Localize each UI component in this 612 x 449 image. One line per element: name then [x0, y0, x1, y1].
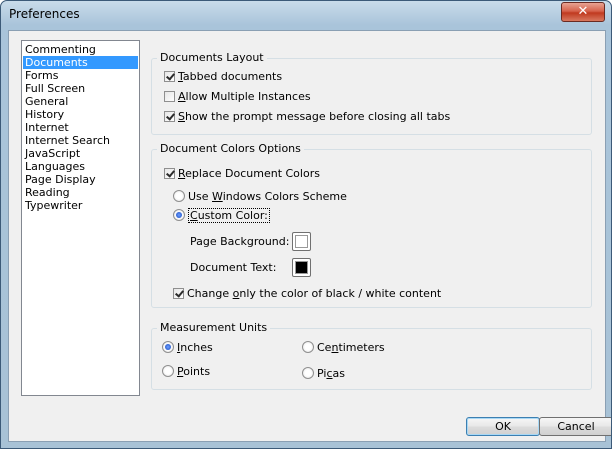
- document-colors-group: Document Colors Options Replace Document…: [151, 142, 592, 308]
- category-item-commenting[interactable]: Commenting: [23, 43, 138, 56]
- category-item-javascript[interactable]: JavaScript: [23, 147, 138, 160]
- page-background-color: [295, 235, 308, 248]
- picas-radio[interactable]: Picas: [302, 367, 345, 381]
- allow-multiple-label: Allow Multiple Instances: [178, 90, 311, 103]
- allow-multiple-box[interactable]: [164, 90, 175, 102]
- custom-color-radio[interactable]: Custom Color:: [173, 208, 270, 223]
- custom-color-dot[interactable]: [173, 209, 185, 221]
- centimeters-label: Centimeters: [317, 341, 385, 354]
- inches-radio[interactable]: Inches: [162, 341, 213, 355]
- replace-colors-checkbox[interactable]: Replace Document Colors: [164, 167, 320, 181]
- documents-layout-group: Documents Layout Tabbed documents Allow …: [151, 51, 592, 135]
- tabbed-documents-box[interactable]: [164, 70, 175, 82]
- points-radio[interactable]: Points: [162, 365, 210, 379]
- category-item-forms[interactable]: Forms: [23, 69, 138, 82]
- custom-color-label: Custom Color:: [188, 208, 270, 223]
- measurement-units-group: Measurement Units Inches Centimeters Poi…: [151, 321, 592, 390]
- show-prompt-box[interactable]: [164, 110, 175, 122]
- inches-dot[interactable]: [162, 341, 174, 353]
- replace-colors-box[interactable]: [164, 167, 175, 179]
- category-item-internet[interactable]: Internet: [23, 121, 138, 134]
- document-colors-title: Document Colors Options: [157, 142, 304, 155]
- category-list[interactable]: Commenting Documents Forms Full Screen Gener…: [21, 40, 140, 396]
- use-windows-colors-radio[interactable]: Use Windows Colors Scheme: [173, 190, 347, 204]
- preferences-dialog: Preferences ✕ Commenting Documents Forms Fu…: [0, 0, 612, 449]
- category-item-full-screen[interactable]: Full Screen: [23, 82, 138, 95]
- use-windows-colors-dot[interactable]: [173, 190, 185, 202]
- picas-label: Picas: [317, 367, 345, 380]
- tabbed-documents-label: Tabbed documents: [178, 70, 283, 83]
- category-item-languages[interactable]: Languages: [23, 160, 138, 173]
- category-item-general[interactable]: General: [23, 95, 138, 108]
- use-windows-colors-label: Use Windows Colors Scheme: [188, 190, 347, 203]
- category-item-history[interactable]: History: [23, 108, 138, 121]
- ok-button[interactable]: OK: [466, 417, 540, 436]
- documents-layout-title: Documents Layout: [157, 51, 267, 64]
- page-background-label: Page Background:: [190, 235, 290, 248]
- page-background-swatch[interactable]: [292, 232, 311, 251]
- allow-multiple-checkbox[interactable]: Allow Multiple Instances: [164, 90, 311, 104]
- document-text-swatch[interactable]: [292, 258, 311, 277]
- title-bar[interactable]: Preferences ✕: [1, 1, 611, 29]
- category-item-internet-search[interactable]: Internet Search: [23, 134, 138, 147]
- cancel-button[interactable]: Cancel: [539, 417, 611, 436]
- measurement-units-title: Measurement Units: [157, 321, 271, 334]
- document-text-label: Document Text:: [190, 261, 277, 274]
- show-prompt-checkbox[interactable]: Show the prompt message before closing a…: [164, 110, 450, 124]
- points-dot[interactable]: [162, 365, 174, 377]
- points-label: Points: [177, 365, 211, 378]
- category-list-items: Commenting Documents Forms Full Screen Gener…: [22, 41, 139, 212]
- category-item-documents[interactable]: Documents: [23, 56, 138, 69]
- centimeters-radio[interactable]: Centimeters: [302, 341, 385, 355]
- close-icon: ✕: [577, 4, 589, 19]
- close-button[interactable]: ✕: [561, 2, 605, 22]
- window-title: Preferences: [9, 7, 80, 21]
- dialog-body: Commenting Documents Forms Full Screen Gener…: [8, 30, 611, 442]
- tabbed-documents-checkbox[interactable]: Tabbed documents: [164, 70, 282, 84]
- show-prompt-label: Show the prompt message before closing a…: [178, 110, 451, 123]
- change-only-checkbox[interactable]: Change only the color of black / white c…: [173, 287, 441, 301]
- inches-label: Inches: [177, 341, 213, 354]
- picas-dot[interactable]: [302, 367, 314, 379]
- category-item-reading[interactable]: Reading: [23, 186, 138, 199]
- document-text-color: [295, 261, 308, 274]
- category-item-page-display[interactable]: Page Display: [23, 173, 138, 186]
- replace-colors-label: Replace Document Colors: [178, 167, 320, 180]
- centimeters-dot[interactable]: [302, 341, 314, 353]
- change-only-box[interactable]: [173, 287, 184, 299]
- change-only-label: Change only the color of black / white c…: [187, 287, 442, 300]
- category-item-typewriter[interactable]: Typewriter: [23, 199, 138, 212]
